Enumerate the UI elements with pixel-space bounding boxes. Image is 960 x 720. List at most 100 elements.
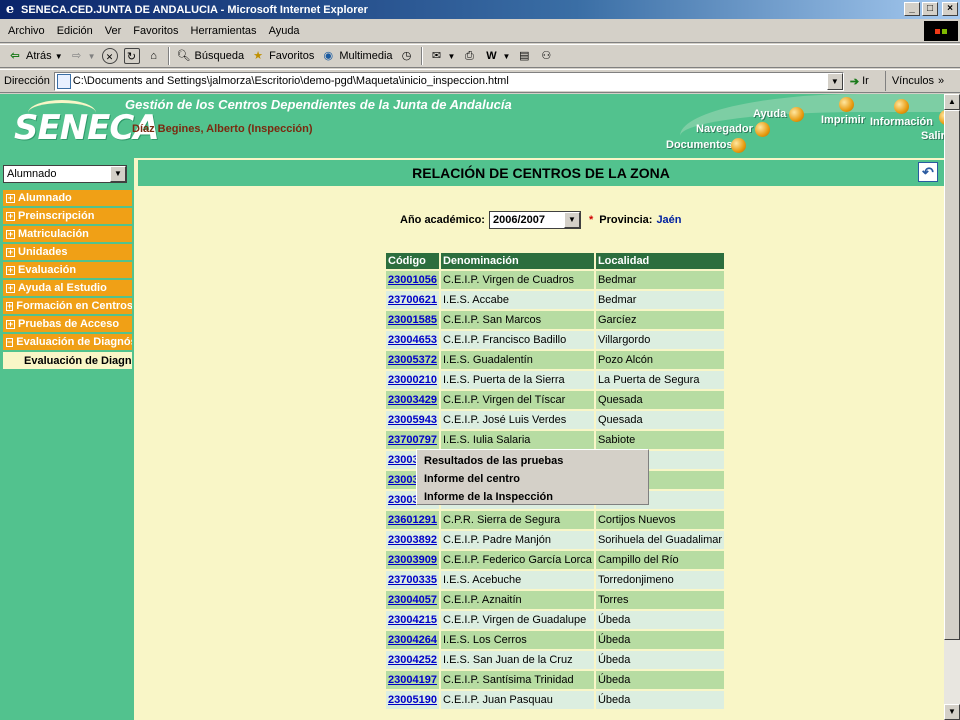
- module-select[interactable]: Alumnado ▼: [3, 165, 127, 183]
- nav-ayuda[interactable]: Ayuda: [753, 108, 786, 120]
- expand-icon[interactable]: +: [6, 283, 15, 293]
- sidebar-subitem-evaluacion-diagnostico[interactable]: Evaluación de Diagnóstico: [3, 352, 132, 369]
- history-button[interactable]: ◷: [396, 48, 418, 64]
- center-code-link[interactable]: 23601291: [388, 514, 437, 526]
- cell-codigo: 23001585: [386, 311, 439, 329]
- address-input[interactable]: C:\Documents and Settings\jalmorza\Escri…: [53, 71, 844, 91]
- chevron-down-icon[interactable]: ▼: [563, 212, 580, 228]
- multimedia-button[interactable]: ◉ Multimedia: [317, 48, 395, 64]
- center-code-link[interactable]: 23004197: [388, 674, 437, 686]
- center-code-link[interactable]: 23005943: [388, 414, 437, 426]
- menu-edicion[interactable]: Edición: [51, 25, 99, 37]
- nav-navegador[interactable]: Navegador: [696, 123, 753, 135]
- edit-button[interactable]: W ▼: [480, 48, 513, 64]
- mail-button[interactable]: ✉ ▼: [426, 48, 459, 64]
- center-code-link[interactable]: 23003892: [388, 534, 437, 546]
- navegador-ball-icon[interactable]: [755, 122, 770, 137]
- nav-informacion[interactable]: Información: [870, 116, 933, 128]
- sidebar-item-formacion[interactable]: + Formación en Centros: [3, 298, 132, 315]
- expand-icon[interactable]: +: [6, 319, 15, 329]
- menu-archivo[interactable]: Archivo: [2, 25, 51, 37]
- year-select[interactable]: 2006/2007 ▼: [488, 211, 581, 229]
- center-code-link[interactable]: 23000210: [388, 374, 437, 386]
- center-code-link[interactable]: 23003: [388, 454, 419, 466]
- center-code-link[interactable]: 23005190: [388, 694, 437, 706]
- menu-favoritos[interactable]: Favoritos: [127, 25, 184, 37]
- messenger-button[interactable]: ⚇: [535, 48, 557, 64]
- center-code-link[interactable]: 23001585: [388, 314, 437, 326]
- stop-button[interactable]: ✕: [99, 48, 121, 64]
- address-dropdown-icon[interactable]: ▼: [826, 72, 843, 90]
- vertical-scrollbar[interactable]: ▲ ▼: [944, 94, 960, 720]
- print-button[interactable]: ⎙: [458, 48, 480, 64]
- expand-icon[interactable]: +: [6, 247, 15, 257]
- menu-ayuda[interactable]: Ayuda: [263, 25, 306, 37]
- menu-herramientas[interactable]: Herramientas: [185, 25, 263, 37]
- center-code-link[interactable]: 23003: [388, 474, 419, 486]
- scroll-thumb[interactable]: [944, 110, 960, 640]
- sidebar-item-evaluacion[interactable]: + Evaluación: [3, 262, 132, 279]
- home-button[interactable]: ⌂: [143, 48, 165, 64]
- sidebar-item-matriculacion[interactable]: + Matriculación: [3, 226, 132, 243]
- documentos-ball-icon[interactable]: [731, 138, 746, 153]
- menu-ver[interactable]: Ver: [99, 25, 128, 37]
- center-code-link[interactable]: 23003: [388, 494, 419, 506]
- center-code-link[interactable]: 23003429: [388, 394, 437, 406]
- expand-icon[interactable]: +: [6, 229, 15, 239]
- collapse-icon[interactable]: −: [6, 337, 14, 347]
- close-button[interactable]: ×: [942, 2, 958, 16]
- sidebar-item-preinscripcion[interactable]: + Preinscripción: [3, 208, 132, 225]
- edit-dropdown-icon[interactable]: ▼: [502, 52, 510, 61]
- minimize-button[interactable]: _: [904, 2, 920, 16]
- nav-salir[interactable]: Salir: [921, 130, 944, 142]
- scroll-down-icon[interactable]: ▼: [944, 704, 960, 720]
- back-dropdown-icon[interactable]: ▼: [55, 52, 63, 61]
- forward-dropdown-icon[interactable]: ▼: [88, 52, 96, 61]
- nav-documentos[interactable]: Documentos: [666, 139, 733, 151]
- address-label: Dirección: [4, 75, 50, 87]
- refresh-button[interactable]: ↻: [121, 48, 143, 64]
- sidebar-item-pruebas-acceso[interactable]: + Pruebas de Acceso: [3, 316, 132, 333]
- center-code-link[interactable]: 23004057: [388, 594, 437, 606]
- menu-item-informe-centro[interactable]: Informe del centro: [417, 470, 648, 488]
- center-code-link[interactable]: 23003909: [388, 554, 437, 566]
- search-icon: 🔍︎: [176, 50, 191, 62]
- center-code-link[interactable]: 23700335: [388, 574, 437, 586]
- expand-icon[interactable]: +: [6, 193, 15, 203]
- imprimir-ball-icon[interactable]: [839, 97, 854, 112]
- menu-item-resultados[interactable]: Resultados de las pruebas: [417, 452, 648, 470]
- sidebar-item-evaluacion-diagnostico[interactable]: −Evaluación de Diagnóstico: [3, 334, 132, 351]
- center-code-link[interactable]: 23004264: [388, 634, 437, 646]
- expand-icon[interactable]: +: [6, 211, 15, 221]
- go-button[interactable]: ➔ Ir: [850, 75, 869, 88]
- menu-item-informe-inspeccion[interactable]: Informe de la Inspección: [417, 488, 648, 506]
- mail-dropdown-icon[interactable]: ▼: [448, 52, 456, 61]
- center-code-link[interactable]: 23001056: [388, 274, 437, 286]
- return-icon[interactable]: ↶: [918, 162, 938, 182]
- scroll-up-icon[interactable]: ▲: [944, 94, 960, 110]
- expand-icon[interactable]: +: [6, 301, 14, 311]
- discuss-button[interactable]: ▤: [513, 48, 535, 64]
- sidebar-item-alumnado[interactable]: + Alumnado: [3, 190, 132, 207]
- center-code-link[interactable]: 23700621: [388, 294, 437, 306]
- nav-imprimir[interactable]: Imprimir: [821, 114, 865, 126]
- forward-button[interactable]: ⇨ ▼: [66, 48, 99, 64]
- cell-denominacion: I.E.S. Puerta de la Sierra: [440, 371, 594, 389]
- center-code-link[interactable]: 23005372: [388, 354, 437, 366]
- maximize-button[interactable]: □: [922, 2, 938, 16]
- center-code-link[interactable]: 23004252: [388, 654, 437, 666]
- expand-icon[interactable]: +: [6, 265, 15, 275]
- center-code-link[interactable]: 23004653: [388, 334, 437, 346]
- search-button[interactable]: 🔍︎ Búsqueda: [173, 48, 248, 64]
- favorites-button[interactable]: ★ Favoritos: [247, 48, 317, 64]
- center-code-link[interactable]: 23700797: [388, 434, 437, 446]
- informacion-ball-icon[interactable]: [894, 99, 909, 114]
- links-bar[interactable]: Vínculos »: [884, 71, 944, 91]
- back-button[interactable]: ⇦ Atrás ▼: [4, 48, 66, 64]
- sidebar-item-unidades[interactable]: + Unidades: [3, 244, 132, 261]
- sidebar-item-ayuda-estudio[interactable]: + Ayuda al Estudio: [3, 280, 132, 297]
- center-code-link[interactable]: 23004215: [388, 614, 437, 626]
- ayuda-ball-icon[interactable]: [789, 107, 804, 122]
- chevron-down-icon[interactable]: ▼: [110, 166, 126, 182]
- table-row: 23004653 C.E.I.P. Francisco Badillo Villar…: [386, 331, 725, 349]
